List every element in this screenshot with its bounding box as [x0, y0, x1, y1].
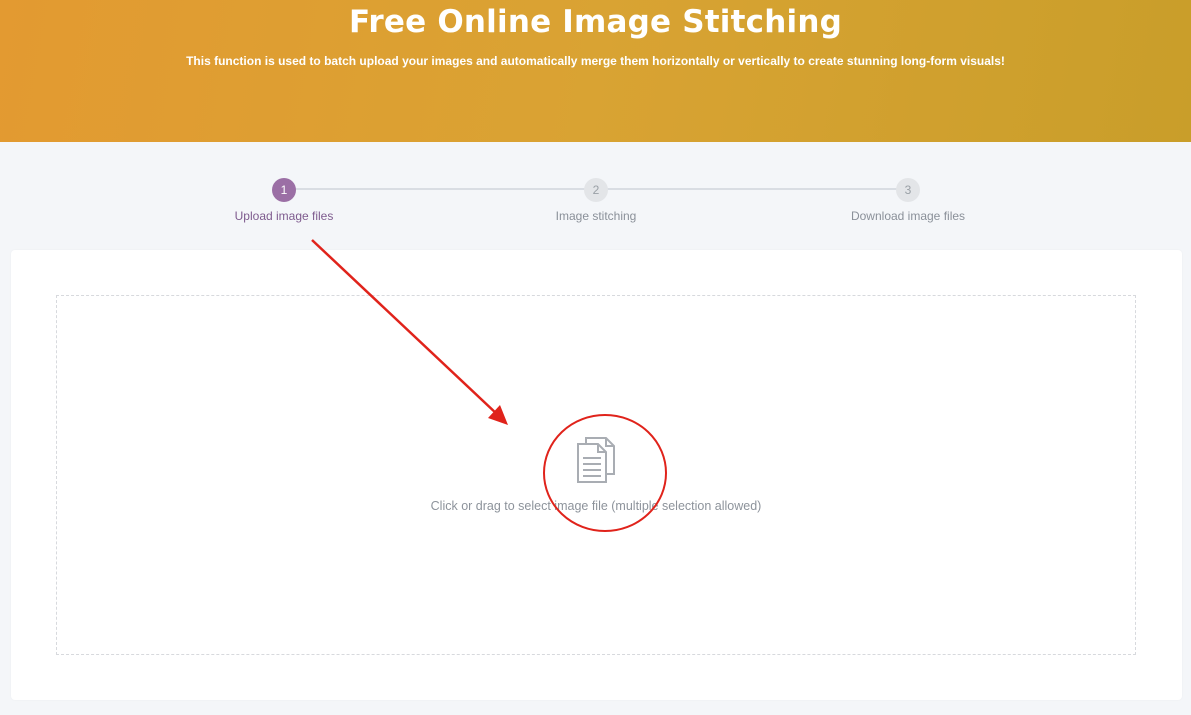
step-download: 3 Download image files [808, 178, 1008, 223]
step-stitching: 2 Image stitching [496, 178, 696, 223]
page-title: Free Online Image Stitching [349, 4, 842, 40]
page-subtitle: This function is used to batch upload yo… [186, 54, 1005, 68]
hero-banner: Free Online Image Stitching This functio… [0, 0, 1191, 142]
upload-card: Click or drag to select image file (mult… [11, 250, 1182, 700]
step-label: Image stitching [555, 209, 637, 223]
step-number: 1 [272, 178, 296, 202]
dropzone-instructions[interactable]: Click or drag to select image file (mult… [57, 499, 1135, 513]
document-stack-icon[interactable] [574, 436, 618, 484]
step-label: Upload image files [234, 209, 334, 223]
step-label: Download image files [850, 209, 966, 223]
file-dropzone[interactable]: Click or drag to select image file (mult… [56, 295, 1136, 655]
step-upload: 1 Upload image files [184, 178, 384, 223]
step-number: 3 [896, 178, 920, 202]
step-number: 2 [584, 178, 608, 202]
progress-steps: 1 Upload image files 2 Image stitching 3… [0, 170, 1191, 230]
